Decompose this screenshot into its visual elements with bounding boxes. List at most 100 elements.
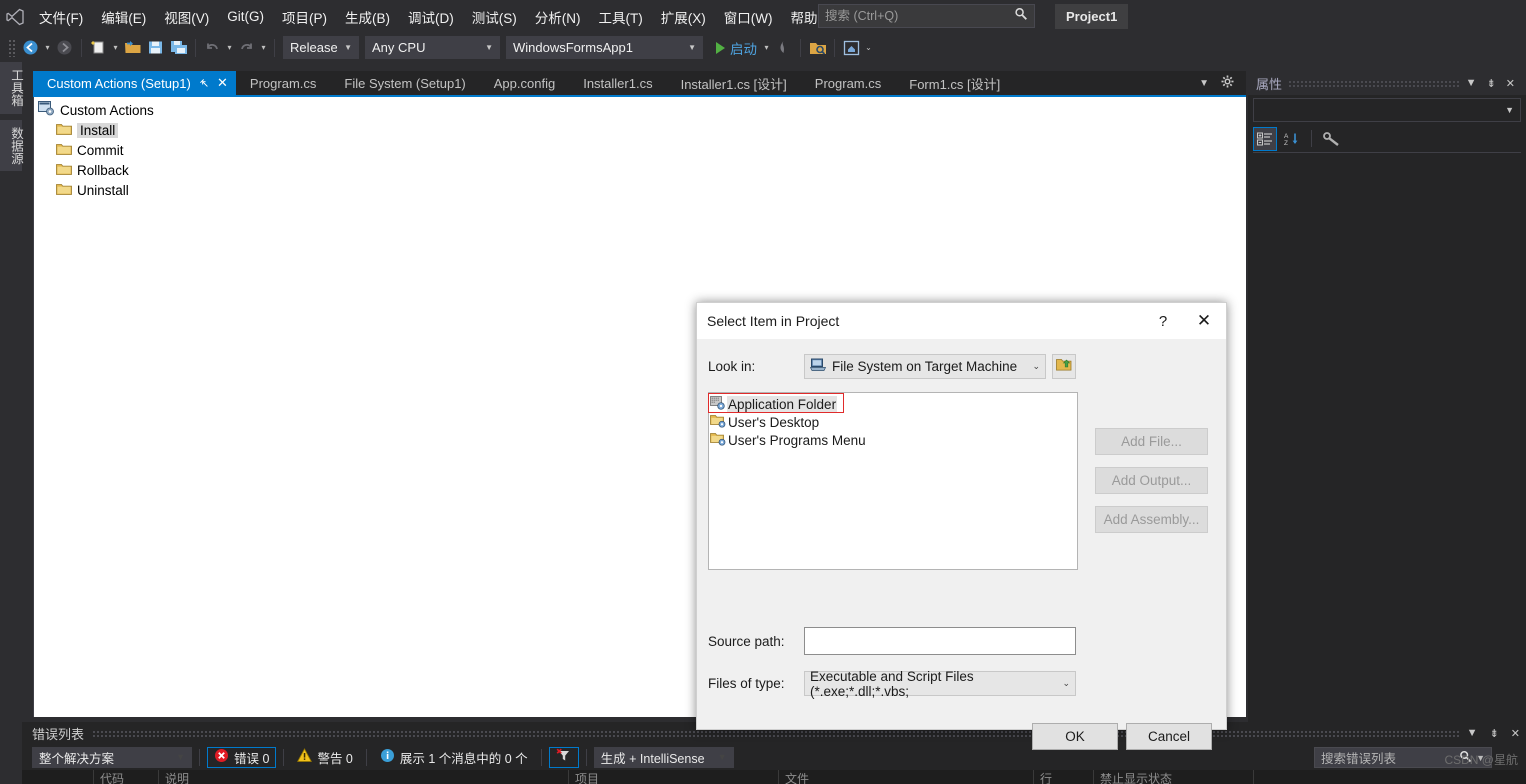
standard-toolbar: ▾ ▾ ▾ ▾ Release ▼ Any CPU ▼ WindowsForms… <box>0 33 1526 62</box>
menu-analyze[interactable]: 分析(N) <box>526 0 590 33</box>
undo-dropdown[interactable]: ▾ <box>224 36 235 59</box>
new-file-dropdown[interactable]: ▾ <box>110 36 121 59</box>
tree-root-custom-actions[interactable]: Custom Actions <box>34 100 1246 120</box>
close-icon[interactable]: ✕ <box>1505 727 1526 740</box>
redo-icon[interactable] <box>235 36 258 59</box>
close-icon[interactable]: ✕ <box>1182 303 1226 339</box>
folder-search-icon[interactable] <box>806 36 829 59</box>
properties-wrench-icon[interactable] <box>1319 127 1343 151</box>
tree-item-rollback[interactable]: Rollback <box>34 160 1246 180</box>
project-badge[interactable]: Project1 <box>1055 4 1129 29</box>
global-search-box[interactable] <box>818 4 1035 28</box>
folder-listbox[interactable]: Application Folder User's Desktop User's… <box>708 392 1078 570</box>
property-object-selector[interactable]: ▼ <box>1253 98 1521 122</box>
chevron-down-icon[interactable]: ▼ <box>1461 77 1482 89</box>
new-file-icon[interactable] <box>87 36 110 59</box>
ok-button[interactable]: OK <box>1032 723 1118 750</box>
add-file-button[interactable]: Add File... <box>1095 428 1208 455</box>
tree-item-uninstall[interactable]: Uninstall <box>34 180 1246 200</box>
live-visual-tree-icon[interactable] <box>840 36 863 59</box>
dialog-title-bar[interactable]: Select Item in Project ? ✕ <box>697 303 1226 339</box>
column-header-file[interactable]: 文件 <box>779 770 1034 784</box>
up-one-level-button[interactable] <box>1052 354 1076 379</box>
start-dropdown[interactable]: ▾ <box>761 36 772 59</box>
column-header-code[interactable]: 代码 <box>94 770 159 784</box>
column-header-description[interactable]: 说明 <box>159 770 569 784</box>
toolbar-overflow-icon[interactable]: ⌄ <box>863 36 874 59</box>
panel-drag-handle[interactable] <box>1288 79 1461 87</box>
tab-app-config[interactable]: App.config <box>480 71 569 95</box>
cancel-button[interactable]: Cancel <box>1126 723 1212 750</box>
scope-combo[interactable]: 整个解决方案 ▼ <box>32 746 192 768</box>
close-icon[interactable]: ✕ <box>217 75 228 91</box>
tab-installer1-cs-designer[interactable]: Installer1.cs [设计] <box>667 71 801 95</box>
errors-filter-button[interactable]: 错误 0 <box>207 746 277 768</box>
sidebar-item-toolbox[interactable]: 工具箱 <box>0 62 23 114</box>
navigate-back-icon[interactable] <box>19 36 42 59</box>
column-header-select[interactable] <box>22 770 94 784</box>
open-folder-icon[interactable] <box>121 36 144 59</box>
platform-combo[interactable]: Any CPU ▼ <box>365 36 500 59</box>
source-path-input[interactable] <box>804 627 1076 655</box>
look-in-combo[interactable]: File System on Target Machine ⌄ <box>804 354 1046 379</box>
menu-build[interactable]: 生成(B) <box>336 0 399 33</box>
save-icon[interactable] <box>144 36 167 59</box>
close-icon[interactable]: ✕ <box>1501 77 1520 90</box>
look-in-label: Look in: <box>708 359 756 374</box>
play-triangle-icon <box>716 41 725 54</box>
list-item[interactable]: User's Desktop <box>710 413 1077 431</box>
pin-icon[interactable]: ⇟ <box>1484 727 1505 740</box>
categorized-icon[interactable] <box>1253 126 1277 151</box>
hot-reload-icon[interactable] <box>772 36 795 59</box>
build-filter-combo[interactable]: 生成 + IntelliSense ▼ <box>593 746 734 768</box>
pin-icon[interactable]: ⇤ <box>197 75 213 91</box>
sidebar-item-data-sources[interactable]: 数据源 <box>0 119 23 171</box>
navigate-forward-icon[interactable] <box>53 36 76 59</box>
navigate-back-dropdown[interactable]: ▾ <box>42 36 53 59</box>
question-mark-icon[interactable]: ? <box>1144 303 1182 339</box>
search-input[interactable] <box>825 9 1014 23</box>
chevron-down-icon[interactable]: ▼ <box>1193 78 1215 89</box>
tab-form1-cs-designer[interactable]: Form1.cs [设计] <box>895 71 1014 95</box>
warnings-filter-button[interactable]: 警告 0 <box>291 747 358 768</box>
list-item[interactable]: User's Programs Menu <box>710 431 1077 449</box>
menu-file[interactable]: 文件(F) <box>30 0 92 33</box>
configuration-combo[interactable]: Release ▼ <box>283 36 359 59</box>
tab-file-system-setup1[interactable]: File System (Setup1) <box>330 71 479 95</box>
tab-custom-actions-setup1[interactable]: Custom Actions (Setup1) ⇤ ✕ <box>33 71 236 95</box>
files-of-type-combo[interactable]: Executable and Script Files (*.exe;*.dll… <box>804 669 1076 699</box>
tree-item-install[interactable]: Install <box>34 120 1246 140</box>
column-header-suppression[interactable]: 禁止显示状态 <box>1094 770 1254 784</box>
tree-item-commit[interactable]: Commit <box>34 140 1246 160</box>
add-assembly-button[interactable]: Add Assembly... <box>1095 506 1208 533</box>
menu-extensions[interactable]: 扩展(X) <box>652 0 715 33</box>
tab-program-cs-2[interactable]: Program.cs <box>801 71 895 95</box>
menu-view[interactable]: 视图(V) <box>155 0 218 33</box>
visual-studio-window: 文件(F) 编辑(E) 视图(V) Git(G) 项目(P) 生成(B) 调试(… <box>0 0 1526 784</box>
pin-icon[interactable]: ⇟ <box>1482 77 1501 90</box>
tab-installer1-cs[interactable]: Installer1.cs <box>569 71 666 95</box>
list-item[interactable]: Application Folder <box>710 395 1077 413</box>
column-header-line[interactable]: 行 <box>1034 770 1094 784</box>
menu-tools[interactable]: 工具(T) <box>590 0 652 33</box>
menu-git[interactable]: Git(G) <box>218 0 273 33</box>
toolbar-grip[interactable] <box>8 38 16 57</box>
menu-window[interactable]: 窗口(W) <box>715 0 782 33</box>
menu-test[interactable]: 测试(S) <box>463 0 526 33</box>
alphabetical-sort-icon[interactable]: A Z <box>1280 127 1304 151</box>
menu-edit[interactable]: 编辑(E) <box>92 0 155 33</box>
startup-project-combo[interactable]: WindowsFormsApp1 ▼ <box>506 36 703 59</box>
messages-filter-button[interactable]: 展示 1 个消息中的 0 个 <box>374 747 534 768</box>
menu-project[interactable]: 项目(P) <box>273 0 336 33</box>
column-header-project[interactable]: 项目 <box>569 770 779 784</box>
save-all-icon[interactable] <box>167 36 190 59</box>
clear-filter-button[interactable] <box>548 746 579 768</box>
start-debugging-button[interactable]: 启动 <box>712 36 761 59</box>
add-output-button[interactable]: Add Output... <box>1095 467 1208 494</box>
tab-program-cs-1[interactable]: Program.cs <box>236 71 330 95</box>
gear-icon[interactable] <box>1215 75 1240 91</box>
redo-dropdown[interactable]: ▾ <box>258 36 269 59</box>
undo-icon[interactable] <box>201 36 224 59</box>
menu-debug[interactable]: 调试(D) <box>399 0 463 33</box>
chevron-down-icon[interactable]: ▼ <box>1461 727 1484 739</box>
